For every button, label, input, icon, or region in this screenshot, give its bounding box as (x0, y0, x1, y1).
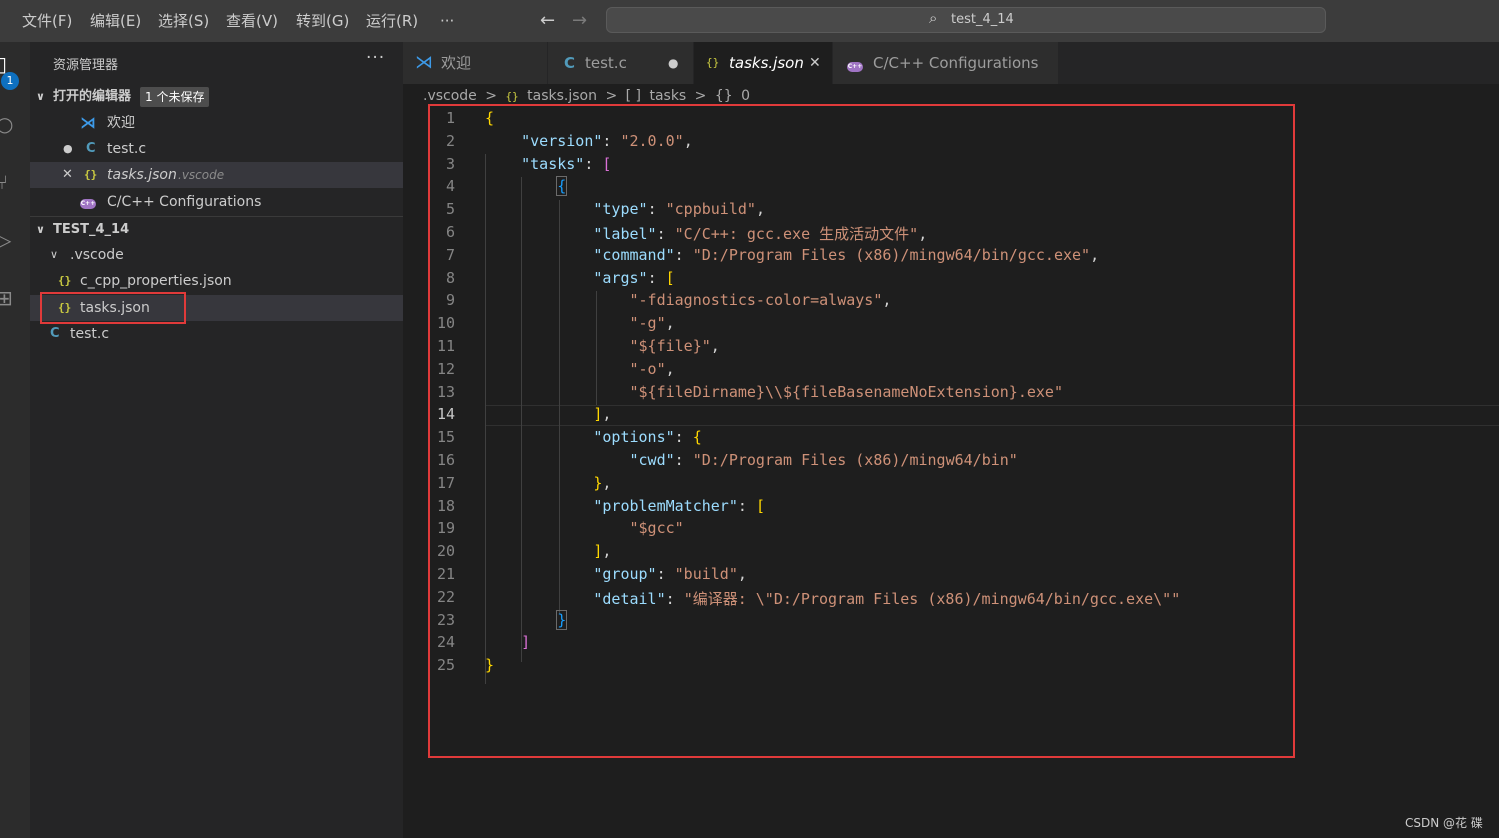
menu-edit[interactable]: 编辑(E) (90, 0, 141, 42)
open-editors-header[interactable]: ∨ 打开的编辑器 1 个未保存 (30, 84, 403, 110)
activity-bar: ▯ 1 ○ ⑂ ▷ ⊞ (0, 42, 30, 838)
c-file-icon: C (50, 326, 60, 341)
unsaved-dot-icon[interactable]: ● (63, 136, 73, 162)
tab-label: test.c (585, 54, 627, 72)
tab-cpp-config[interactable]: C++ C/C++ Configurations (833, 42, 1059, 84)
open-editor-label: test.c (107, 141, 147, 157)
tab-welcome[interactable]: ⋊ 欢迎 (403, 42, 548, 84)
source-control-icon[interactable]: ⑂ (0, 170, 22, 196)
extensions-icon[interactable]: ⊞ (0, 286, 22, 312)
tab-tasks-json[interactable]: {} tasks.json ✕ (694, 42, 833, 84)
open-editor-item-welcome[interactable]: ⋊ 欢迎 (30, 110, 403, 136)
command-center-search[interactable]: ⌕ test_4_14 (606, 7, 1326, 33)
explorer-more-button[interactable]: ··· (366, 48, 385, 68)
menu-go[interactable]: 转到(G) (296, 0, 349, 42)
title-bar: 文件(F) 编辑(E) 选择(S) 查看(V) 转到(G) 运行(R) ··· … (0, 0, 1499, 42)
highlight-box (40, 292, 186, 324)
tab-label: C/C++ Configurations (873, 54, 1039, 72)
menu-more[interactable]: ··· (440, 0, 454, 42)
explorer-sidebar: 资源管理器 ··· ∨ 打开的编辑器 1 个未保存 ⋊ 欢迎 ● C test.… (30, 42, 403, 838)
breadcrumb-separator: > (485, 88, 497, 104)
c-file-icon: C (564, 54, 576, 72)
cpp-icon: C++ (847, 62, 863, 72)
breadcrumb-separator: > (694, 88, 707, 104)
array-icon: [ ] (625, 88, 641, 104)
folder-header[interactable]: ∨ TEST_4_14 (30, 217, 403, 243)
unsaved-badge: 1 (1, 72, 19, 90)
run-debug-icon[interactable]: ▷ (0, 228, 22, 254)
chevron-down-icon: ∨ (36, 90, 45, 103)
search-icon: ⌕ (929, 9, 938, 27)
search-view-icon[interactable]: ○ (0, 112, 22, 138)
tree-folder-vscode[interactable]: ∨ .vscode (30, 242, 403, 268)
breadcrumb-separator: > (605, 88, 618, 104)
watermark: CSDN @花 碟 (1405, 816, 1483, 830)
open-editor-item-cpp-config[interactable]: C++ C/C++ Configurations (30, 189, 403, 215)
tree-label: c_cpp_properties.json (80, 273, 232, 289)
menu-selection[interactable]: 选择(S) (158, 0, 209, 42)
menu-run[interactable]: 运行(R) (366, 0, 418, 42)
vscode-icon: ⋊ (80, 113, 96, 132)
json-icon: {} (84, 168, 98, 181)
unsaved-count-badge: 1 个未保存 (140, 87, 210, 107)
menu-view[interactable]: 查看(V) (226, 0, 278, 42)
breadcrumb-tasks[interactable]: tasks (649, 88, 686, 104)
tab-test-c[interactable]: C test.c ● (548, 42, 694, 84)
object-icon: {} (714, 88, 733, 104)
forward-arrow-icon[interactable]: → (572, 10, 587, 31)
tree-file-c-cpp-properties[interactable]: {} c_cpp_properties.json (30, 268, 403, 294)
json-icon: {} (58, 274, 72, 287)
open-editor-item-tasks-json[interactable]: ✕ {} tasks.json .vscode (30, 162, 403, 188)
close-icon[interactable]: ✕ (809, 42, 821, 84)
open-editor-label: 欢迎 (107, 115, 135, 131)
back-arrow-icon[interactable]: ← (540, 10, 555, 31)
menu-file[interactable]: 文件(F) (22, 0, 72, 42)
breadcrumb-vscode[interactable]: .vscode (423, 88, 477, 104)
json-icon: {} (505, 90, 519, 103)
vscode-icon: ⋊ (415, 52, 433, 73)
highlight-box (428, 104, 1295, 758)
folder-label: TEST_4_14 (53, 222, 130, 237)
close-icon[interactable]: ✕ (62, 162, 73, 188)
open-editor-item-test-c[interactable]: ● C test.c (30, 136, 403, 162)
explorer-title: 资源管理器 (53, 58, 119, 73)
editor-tabs: ⋊ 欢迎 C test.c ● {} tasks.json ✕ C++ C/C+… (403, 42, 1499, 84)
open-editors-label: 打开的编辑器 (53, 89, 132, 104)
chevron-down-icon: ∨ (50, 248, 59, 261)
json-icon: {} (706, 56, 720, 69)
open-editor-label: C/C++ Configurations (107, 194, 262, 210)
tab-label: 欢迎 (441, 54, 472, 72)
open-editor-label: tasks.json (107, 167, 177, 183)
command-center-text: test_4_14 (951, 12, 1014, 27)
tree-file-test-c[interactable]: C test.c (30, 321, 403, 347)
cpp-icon: C++ (80, 199, 96, 209)
breadcrumb-index[interactable]: 0 (741, 88, 750, 104)
editor-area: .vscode > {} tasks.json > [ ] tasks > {}… (403, 84, 1499, 838)
unsaved-dot-icon[interactable]: ● (668, 42, 678, 84)
breadcrumb-file[interactable]: tasks.json (527, 88, 597, 104)
tree-label: .vscode (70, 247, 124, 263)
c-file-icon: C (86, 141, 96, 156)
open-editor-folder-desc: .vscode (178, 168, 225, 182)
tab-label: tasks.json (729, 54, 804, 72)
chevron-down-icon: ∨ (36, 223, 45, 236)
tree-label: test.c (70, 326, 110, 342)
